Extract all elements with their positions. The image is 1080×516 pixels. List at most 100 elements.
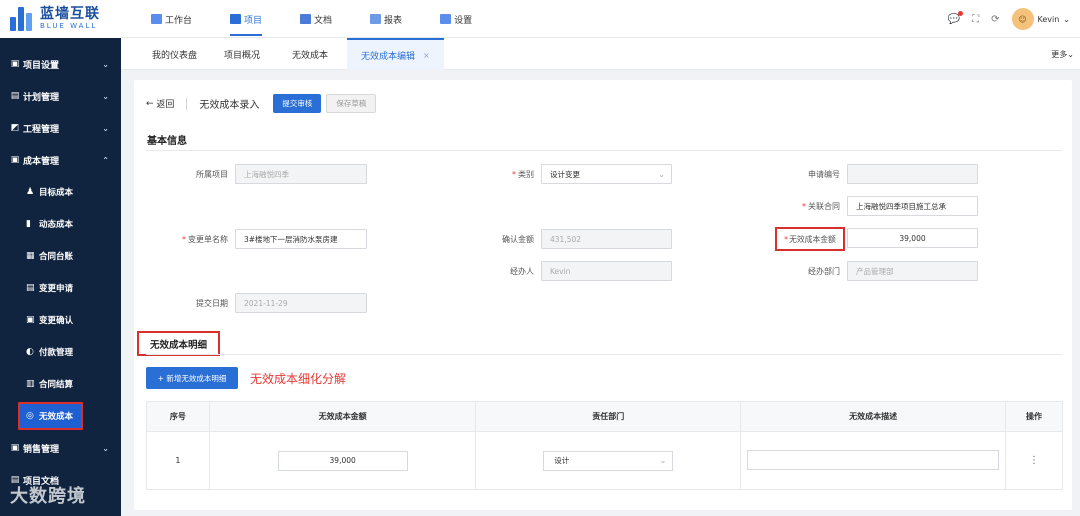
invalid-amount-field[interactable]: 39,000: [847, 228, 978, 248]
sidebar-item-label: 计划管理: [23, 92, 60, 103]
form-toolbar: ← 返回 无效成本录入 提交审核 保存草稿: [146, 94, 377, 113]
cost-icon: ▣: [10, 155, 20, 165]
table-row: 1 39,000 设计 ⌄ ⋮: [146, 431, 1063, 490]
nav-label: 设置: [454, 15, 473, 26]
nav-item-project[interactable]: 项目: [230, 0, 263, 38]
sidebar-subitem-settlement[interactable]: ▥ 合同结算: [0, 368, 121, 400]
confirm-amount-field: 431,502: [541, 229, 672, 249]
refresh-icon[interactable]: ⟳: [991, 14, 999, 25]
sidebar-subitem-label: 合同台账: [39, 252, 74, 262]
sidebar-subitem-label: 目标成本: [39, 188, 74, 198]
add-detail-button[interactable]: + 新增无效成本明细: [146, 367, 238, 389]
engineering-icon: ◩: [10, 123, 20, 133]
fullscreen-icon[interactable]: ⛶: [972, 14, 979, 25]
main-content: ← 返回 无效成本录入 提交审核 保存草稿 基本信息 所属项目 上海融悦四季 *…: [134, 80, 1072, 510]
sidebar-item-cost[interactable]: ▣ 成本管理 ⌃: [0, 144, 121, 176]
tabs-more[interactable]: 更多 ⌄: [1051, 38, 1074, 70]
user-menu[interactable]: ☺ Kevin ⌄: [1011, 8, 1070, 30]
sidebar-item-label: 销售管理: [23, 444, 60, 455]
workbench-icon: [151, 14, 162, 24]
invalid-cost-icon: ◎: [26, 411, 34, 421]
dept-field: 产品管理部: [847, 261, 978, 281]
annotation-note: 无效成本细化分解: [250, 372, 347, 386]
nav-item-document[interactable]: 文档: [300, 0, 332, 38]
document-icon: [300, 14, 312, 24]
sidebar-subitem-dynamic-cost[interactable]: ▮ 动态成本: [0, 208, 121, 240]
submit-date-label: 提交日期: [196, 299, 228, 308]
chevron-down-icon: ⌄: [659, 456, 667, 465]
sidebar-subitem-contract-ledger[interactable]: ▦ 合同台账: [0, 240, 121, 272]
nav-label: 项目: [244, 15, 263, 26]
sidebar: 蓝墙互联 BLUE WALL ▣ 项目设置 ⌄ ▤ 计划管理 ⌄ ◩ 工程管理 …: [0, 0, 121, 516]
sidebar-item-label: 成本管理: [23, 156, 60, 167]
notification-dot: [958, 10, 964, 16]
logo-cn: 蓝墙互联: [40, 6, 100, 23]
nav-label: 文档: [314, 15, 333, 26]
chevron-down-icon: ⌄: [102, 443, 109, 453]
project-label: 所属项目: [196, 170, 228, 179]
plan-icon: ▤: [10, 91, 20, 101]
handler-label: 经办人: [510, 267, 534, 276]
chevron-down-icon: ⌄: [1063, 14, 1070, 24]
sidebar-subitem-target-cost[interactable]: ♟ 目标成本: [0, 176, 121, 208]
nav-item-report[interactable]: 报表: [370, 0, 402, 38]
project-field: 上海融悦四季: [235, 164, 367, 184]
dept-label: 经办部门: [808, 267, 840, 276]
submit-review-button[interactable]: 提交审核: [273, 94, 322, 113]
save-draft-button[interactable]: 保存草稿: [326, 94, 377, 113]
detail-title: 无效成本明细: [137, 331, 220, 356]
chevron-down-icon: ⌄: [102, 91, 109, 101]
dept-select[interactable]: 设计 ⌄: [543, 450, 674, 471]
contract-label: * 关联合同: [802, 202, 840, 211]
sidebar-item-sales[interactable]: ▣ 销售管理 ⌄: [0, 432, 121, 464]
change-request-icon: ▤: [26, 283, 35, 293]
tab-project-overview[interactable]: 项目概况: [224, 38, 260, 70]
amount-input[interactable]: 39,000: [277, 450, 408, 471]
sidebar-subitem-label: 变更申请: [39, 284, 74, 294]
sidebar-subitem-label: 变更确认: [39, 316, 74, 326]
nav-item-workbench[interactable]: 工作台: [151, 0, 192, 38]
logo[interactable]: 蓝墙互联 BLUE WALL: [0, 0, 121, 38]
category-value: 设计变更: [550, 169, 580, 179]
logo-en: BLUE WALL: [40, 21, 98, 30]
col-desc: 无效成本描述: [740, 401, 1007, 432]
sidebar-item-project-settings[interactable]: ▣ 项目设置 ⌄: [0, 48, 121, 80]
change-name-field[interactable]: 3#楼地下一层消防水泵房建: [235, 229, 367, 249]
category-label: * 类别: [512, 170, 534, 179]
desc-input[interactable]: [747, 449, 1000, 470]
sidebar-item-label: 项目设置: [23, 60, 60, 71]
contract-field[interactable]: 上海融悦四季项目施工总承: [847, 196, 978, 216]
sidebar-subitem-label: 动态成本: [39, 220, 74, 230]
sidebar-subitem-invalid-cost[interactable]: ◎ 无效成本: [18, 402, 83, 430]
tab-dashboard[interactable]: 我的仪表盘: [152, 38, 197, 70]
chevron-down-icon: ⌄: [658, 169, 665, 179]
message-icon[interactable]: 💬: [948, 10, 964, 25]
back-link[interactable]: ← 返回: [146, 97, 174, 111]
more-vertical-icon[interactable]: ⋮: [1029, 455, 1039, 466]
tab-invalid-cost-edit[interactable]: 无效成本编辑 ×: [347, 38, 444, 70]
sidebar-subitem-change-request[interactable]: ▤ 变更申请: [0, 272, 121, 304]
nav-label: 工作台: [165, 15, 193, 26]
col-amount: 无效成本金额: [208, 401, 477, 432]
user-name: Kevin: [1037, 14, 1060, 24]
section-divider: [146, 354, 1062, 355]
sidebar-item-engineering[interactable]: ◩ 工程管理 ⌄: [0, 112, 121, 144]
category-select[interactable]: 设计变更 ⌄: [541, 164, 672, 184]
row-dept-cell: 设计 ⌄: [475, 431, 742, 490]
change-name-label: * 变更单名称: [182, 235, 228, 244]
change-confirm-icon: ▣: [26, 315, 35, 325]
sidebar-subitem-payment[interactable]: ◐ 付款管理: [0, 336, 121, 368]
tab-invalid-cost[interactable]: 无效成本: [292, 38, 328, 70]
close-icon[interactable]: ×: [423, 51, 430, 60]
report-icon: [370, 14, 382, 24]
sidebar-subitem-change-confirm[interactable]: ▣ 变更确认: [0, 304, 121, 336]
top-bar: 工作台 项目 文档 报表 设置 💬 ⛶ ⟳ ☺ Kevin ⌄: [121, 0, 1080, 38]
settlement-icon: ▥: [26, 379, 35, 389]
sidebar-menu: ▣ 项目设置 ⌄ ▤ 计划管理 ⌄ ◩ 工程管理 ⌄ ▣ 成本管理 ⌃ ♟ 目标…: [0, 48, 121, 496]
sidebar-item-plan[interactable]: ▤ 计划管理 ⌄: [0, 80, 121, 112]
target-cost-icon: ♟: [26, 187, 35, 197]
row-index: 1: [146, 431, 210, 490]
nav-item-settings[interactable]: 设置: [440, 0, 472, 38]
col-action: 操作: [1005, 401, 1063, 432]
chevron-down-icon: ⌄: [102, 59, 109, 69]
